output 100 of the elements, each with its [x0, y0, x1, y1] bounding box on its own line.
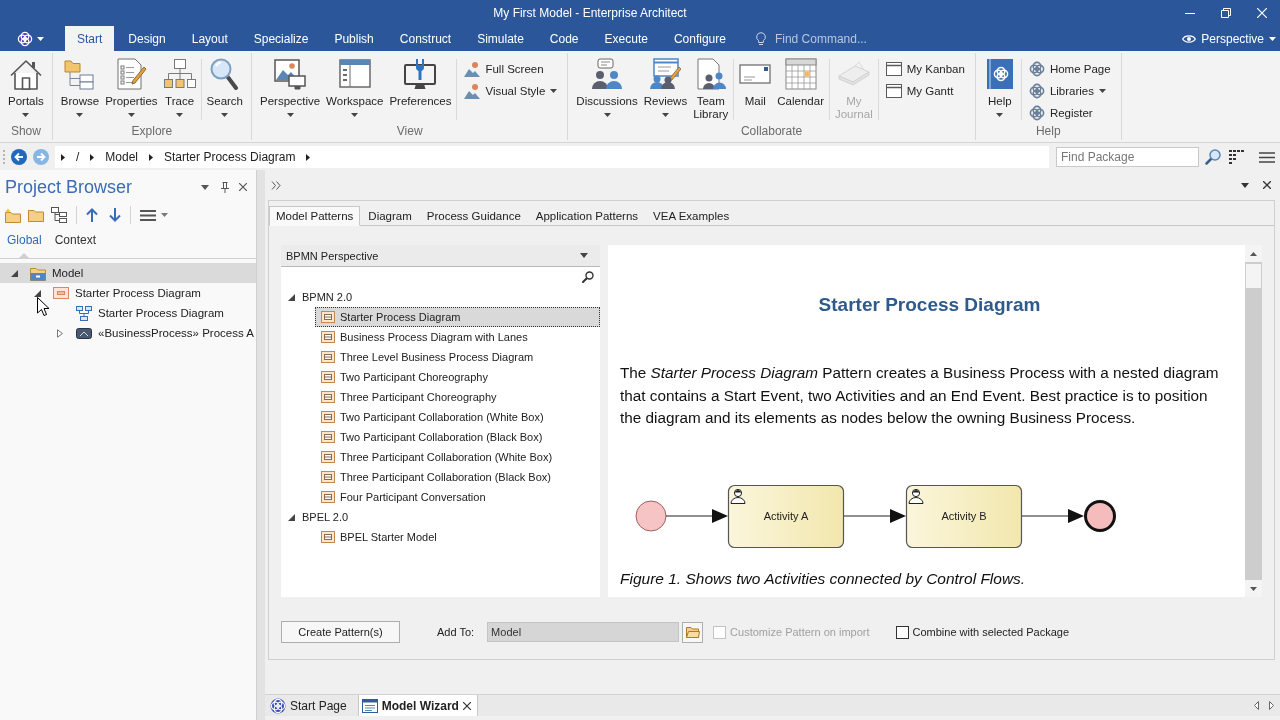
expander-icon[interactable] [288, 513, 295, 521]
ribbon-button[interactable]: Search [204, 56, 245, 124]
ribbon-tab[interactable]: Specialize [241, 26, 321, 51]
view-menu-button[interactable] [1241, 182, 1249, 188]
breadcrumb-item[interactable]: Starter Process Diagram [164, 150, 296, 164]
browse-button[interactable] [682, 621, 704, 643]
tree-item[interactable]: Starter Process Diagram [0, 283, 256, 303]
pattern-item[interactable]: Three Participant Collaboration (Black Box) [315, 467, 600, 487]
document-tab[interactable]: Model Wizard [357, 695, 478, 716]
pattern-item[interactable]: Two Participant Collaboration (White Box) [315, 407, 600, 427]
ribbon-tab[interactable]: Layout [179, 26, 240, 51]
wizard-tab[interactable]: Diagram [361, 206, 419, 226]
ribbon-button[interactable]: Calendar [775, 56, 826, 124]
scroll-down-button[interactable] [1245, 580, 1262, 597]
breadcrumb-arrow-icon[interactable] [90, 153, 95, 161]
close-button[interactable] [1263, 181, 1271, 189]
folder-button[interactable] [28, 208, 44, 222]
close-button[interactable] [239, 183, 247, 191]
scroll-left-icon[interactable] [1254, 701, 1259, 710]
scroll-up-button[interactable] [1245, 245, 1262, 262]
checkbox[interactable] [895, 625, 909, 639]
pattern-item[interactable]: BPEL Starter Model [315, 527, 600, 547]
move-down-button[interactable] [109, 208, 121, 222]
back-button[interactable] [11, 149, 27, 165]
ribbon-small-button[interactable]: My Kanban [881, 58, 969, 80]
package-search-field[interactable]: Find Package [1056, 147, 1199, 167]
pattern-item[interactable]: Four Participant Conversation [315, 487, 600, 507]
panel-menu-button[interactable] [201, 184, 209, 190]
expander-icon[interactable] [288, 293, 295, 301]
ribbon-button[interactable]: Reviews [641, 56, 690, 124]
ribbon-small-button[interactable]: Libraries [1024, 80, 1115, 102]
scrollbar[interactable] [1245, 245, 1262, 597]
ribbon-button[interactable]: Help [981, 56, 1018, 124]
diagram-button[interactable] [51, 207, 67, 223]
search-button[interactable] [582, 271, 594, 283]
ribbon-small-button[interactable]: Register [1024, 102, 1115, 124]
scrollbar-thumb[interactable] [1246, 264, 1261, 288]
ribbon-tab[interactable]: Construct [387, 26, 464, 51]
ribbon-button[interactable]: Team Library [691, 56, 731, 124]
search-button[interactable] [1205, 149, 1221, 165]
browser-tab[interactable]: Global [3, 226, 46, 258]
create-pattern-button[interactable]: Create Pattern(s) [281, 621, 400, 643]
ribbon-tab[interactable]: Simulate [465, 26, 536, 51]
ribbon-button[interactable]: Preferences [387, 56, 454, 124]
ribbon-button[interactable]: Portals [6, 56, 46, 124]
move-up-button[interactable] [86, 208, 98, 222]
menu-button[interactable] [1259, 151, 1275, 163]
ribbon-tab[interactable]: Execute [592, 26, 660, 51]
document-tab[interactable]: Start Page [266, 695, 354, 716]
pattern-item[interactable]: Starter Process Diagram [315, 307, 600, 327]
wizard-tab[interactable]: Model Patterns [269, 206, 361, 226]
scroll-right-icon[interactable] [1269, 701, 1274, 710]
breadcrumb-item[interactable]: / [76, 150, 80, 164]
grid-button[interactable] [1229, 150, 1245, 164]
ribbon-small-button[interactable]: Visual Style [460, 80, 562, 102]
expander-icon[interactable] [57, 328, 63, 338]
breadcrumb-arrow-icon[interactable] [149, 153, 154, 161]
pattern-item[interactable]: Two Participant Collaboration (Black Box) [315, 427, 600, 447]
wizard-tab[interactable]: VEA Examples [646, 206, 737, 226]
ribbon-button[interactable]: Trace [161, 56, 198, 124]
ribbon-tab[interactable]: Configure [661, 26, 738, 51]
pattern-item[interactable]: Business Process Diagram with Lanes [315, 327, 600, 347]
tree-item[interactable]: Model [0, 263, 256, 283]
ribbon-small-button[interactable]: Full Screen [460, 58, 562, 80]
ribbon-tab[interactable]: Publish [322, 26, 386, 51]
expander-icon[interactable] [33, 289, 41, 297]
tree-item[interactable]: Starter Process Diagram [0, 303, 256, 323]
ribbon-button[interactable]: Properties [103, 56, 160, 124]
ribbon-tab[interactable]: Design [116, 26, 178, 51]
ribbon-button[interactable]: Workspace [324, 56, 386, 124]
ribbon-tab[interactable]: Start [65, 26, 115, 51]
tree-item[interactable]: «BusinessProcess» Process A [0, 323, 256, 343]
perspective-select[interactable]: BPMN Perspective [281, 245, 600, 267]
expander-icon[interactable] [10, 269, 18, 277]
new-folder-button[interactable] [5, 207, 21, 223]
breadcrumb-arrow-icon[interactable] [306, 153, 311, 161]
pattern-group[interactable]: BPMN 2.0 [281, 287, 600, 307]
wizard-tab[interactable]: Process Guidance [419, 206, 528, 226]
ribbon-small-button[interactable]: Home Page [1024, 58, 1115, 80]
list-menu-button[interactable] [140, 209, 168, 221]
wizard-tab[interactable]: Application Patterns [528, 206, 646, 226]
pattern-group[interactable]: BPEL 2.0 [281, 507, 600, 527]
ribbon-button[interactable]: Browse [58, 56, 102, 124]
perspective-menu-button[interactable]: Perspective [1176, 26, 1280, 51]
pin-button[interactable] [221, 181, 229, 193]
breadcrumb-item[interactable]: Model [105, 150, 139, 164]
pattern-item[interactable]: Three Participant Collaboration (White Box) [315, 447, 600, 467]
pattern-item[interactable]: Three Participant Choreography [315, 387, 600, 407]
ribbon-tab[interactable]: Code [537, 26, 591, 51]
ribbon-small-button[interactable]: My Gantt [881, 80, 969, 102]
checkbox-label[interactable]: Combine with selected Package [912, 626, 1070, 638]
command-search-field[interactable]: Find Command... [774, 29, 895, 48]
pattern-item[interactable]: Three Level Business Process Diagram [315, 347, 600, 367]
browser-tab[interactable]: Context [50, 226, 101, 258]
expand-button[interactable] [271, 180, 281, 190]
pattern-item[interactable]: Two Participant Choreography [315, 367, 600, 387]
breadcrumb-arrow-icon[interactable] [61, 153, 65, 161]
close-icon[interactable] [462, 701, 471, 710]
ribbon-button[interactable]: Discussions [574, 56, 640, 124]
ribbon-button[interactable]: Perspective [258, 56, 323, 124]
